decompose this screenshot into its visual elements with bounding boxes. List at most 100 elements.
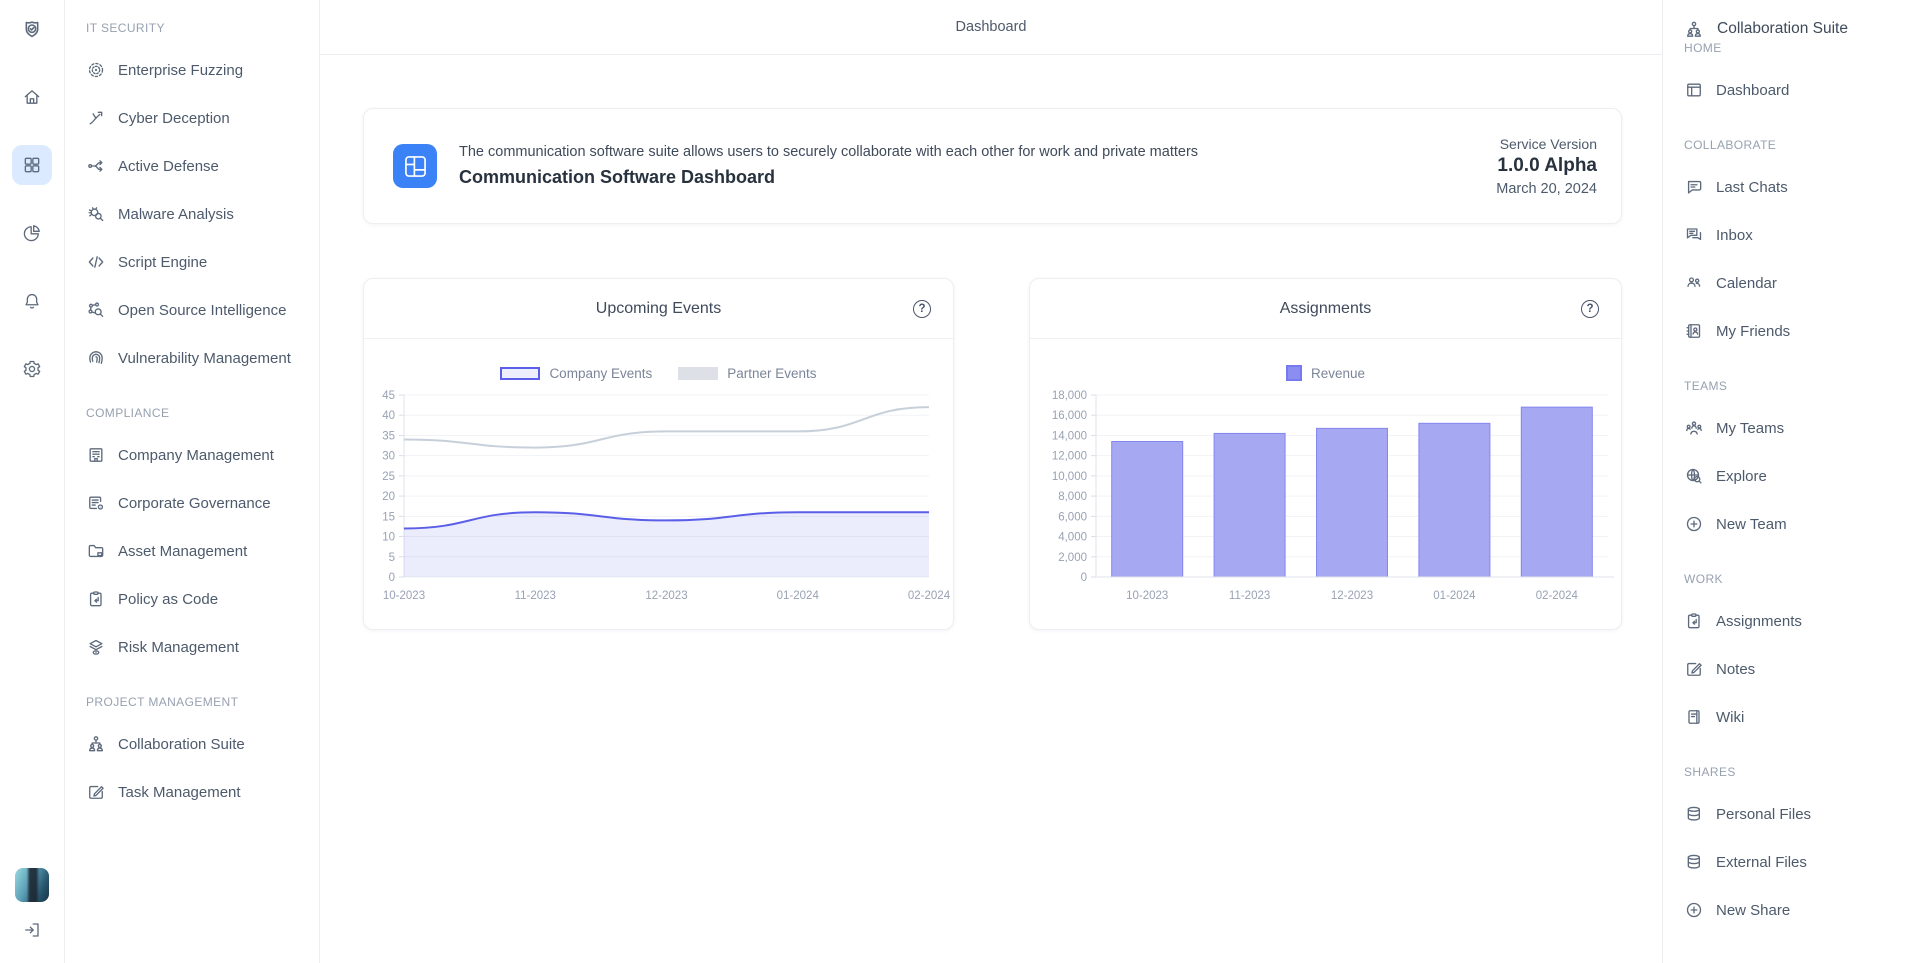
- nav-item-label: Policy as Code: [118, 591, 218, 608]
- nav-item-label: Cyber Deception: [118, 110, 230, 127]
- rightbar-item-last-chats[interactable]: Last Chats: [1684, 163, 1910, 211]
- app-tile: [393, 144, 437, 188]
- home-icon: [22, 86, 42, 108]
- upcoming-events-header: Upcoming Events ?: [364, 279, 953, 339]
- bar-chart[interactable]: 02,0004,0006,0008,00010,00012,00014,0001…: [1030, 385, 1621, 635]
- nav-item-label: Dashboard: [1716, 82, 1789, 99]
- service-header-card: The communication software suite allows …: [363, 108, 1622, 224]
- sidebar-item-task-management[interactable]: Task Management: [86, 768, 309, 816]
- sidebar-item-cyber-deception[interactable]: Cyber Deception: [86, 94, 309, 142]
- assignments-legend: Revenue: [1030, 365, 1621, 381]
- corporate-governance-icon: [86, 493, 106, 513]
- svg-text:25: 25: [382, 471, 395, 483]
- my-teams-icon: [1684, 418, 1704, 438]
- rightbar-item-notes[interactable]: Notes: [1684, 645, 1910, 693]
- rail-item-home[interactable]: [12, 77, 52, 117]
- section-title-compliance: COMPLIANCE: [86, 406, 309, 421]
- svg-text:6,000: 6,000: [1058, 511, 1087, 523]
- nav-item-label: Personal Files: [1716, 806, 1811, 823]
- explore-icon: [1684, 466, 1704, 486]
- rightbar-item-assignments[interactable]: Assignments: [1684, 597, 1910, 645]
- sidebar-item-malware-analysis[interactable]: Malware Analysis: [86, 190, 309, 238]
- svg-text:5: 5: [389, 552, 395, 564]
- user-avatar[interactable]: [15, 868, 49, 902]
- sidebar-item-corporate-governance[interactable]: Corporate Governance: [86, 479, 309, 527]
- collaboration-suite-icon: [1684, 18, 1704, 41]
- help-icon[interactable]: ?: [913, 300, 931, 318]
- rightbar-item-my-teams[interactable]: My Teams: [1684, 404, 1910, 452]
- rightbar-item-new-team[interactable]: New Team: [1684, 500, 1910, 548]
- rightbar-item-dashboard[interactable]: Dashboard: [1684, 66, 1910, 114]
- svg-text:12-2023: 12-2023: [645, 590, 687, 602]
- help-icon[interactable]: ?: [1581, 300, 1599, 318]
- upcoming-events-title: Upcoming Events: [596, 300, 721, 318]
- sidebar-item-script-engine[interactable]: Script Engine: [86, 238, 309, 286]
- sidebar-item-active-defense[interactable]: Active Defense: [86, 142, 309, 190]
- nav-item-label: Company Management: [118, 447, 274, 464]
- policy-as-code-icon: [86, 589, 106, 609]
- apps-icon: [22, 154, 42, 176]
- sidebar-item-company-management[interactable]: Company Management: [86, 431, 309, 479]
- rightbar-item-new-share[interactable]: New Share: [1684, 886, 1910, 934]
- company-management-icon: [86, 445, 106, 465]
- nav-item-label: Malware Analysis: [118, 206, 234, 223]
- svg-text:12,000: 12,000: [1052, 451, 1087, 463]
- svg-text:40: 40: [382, 410, 395, 422]
- last-chats-icon: [1684, 177, 1704, 197]
- assignments-card: Assignments ? Revenue 02,0004,0006,0008,…: [1029, 278, 1622, 630]
- rightbar-item-explore[interactable]: Explore: [1684, 452, 1910, 500]
- legend-entry-partner-events: Partner Events: [678, 366, 816, 381]
- upcoming-events-card: Upcoming Events ? Company Events Partner …: [363, 278, 954, 630]
- sidebar-item-vulnerability-management[interactable]: Vulnerability Management: [86, 334, 309, 382]
- svg-text:18,000: 18,000: [1052, 390, 1087, 402]
- shield-check-icon: [22, 16, 42, 43]
- service-version-date: March 20, 2024: [1496, 181, 1597, 197]
- legend-entry-company-events: Company Events: [500, 366, 652, 381]
- open-source-intelligence-icon: [86, 300, 106, 320]
- sidebar-item-open-source-intelligence[interactable]: Open Source Intelligence: [86, 286, 309, 334]
- rightbar-item-external-files[interactable]: External Files: [1684, 838, 1910, 886]
- svg-text:16,000: 16,000: [1052, 410, 1087, 422]
- legend-swatch: [500, 367, 540, 380]
- sidebar-item-risk-management[interactable]: Risk Management: [86, 623, 309, 671]
- svg-text:01-2024: 01-2024: [1433, 590, 1476, 602]
- nav-item-label: Collaboration Suite: [118, 736, 245, 753]
- nav-item-label: Calendar: [1716, 275, 1777, 292]
- section-title-shares: SHARES: [1684, 765, 1910, 780]
- nav-item-label: New Team: [1716, 516, 1787, 533]
- rail-item-apps[interactable]: [12, 145, 52, 185]
- sidebar-item-enterprise-fuzzing[interactable]: Enterprise Fuzzing: [86, 46, 309, 94]
- legend-label: Revenue: [1311, 366, 1365, 381]
- logout-button[interactable]: [14, 912, 50, 948]
- new-team-icon: [1684, 514, 1704, 534]
- sidebar-item-asset-management[interactable]: Asset Management: [86, 527, 309, 575]
- topbar: Dashboard: [320, 0, 1662, 55]
- svg-text:15: 15: [382, 511, 395, 523]
- main-area: Dashboard The communication software sui…: [320, 0, 1662, 963]
- rightbar-item-personal-files[interactable]: Personal Files: [1684, 790, 1910, 838]
- app-window: IT SECURITYEnterprise FuzzingCyber Decep…: [0, 0, 1920, 963]
- rightbar-item-wiki[interactable]: Wiki: [1684, 693, 1910, 741]
- inbox-icon: [1684, 225, 1704, 245]
- svg-text:11-2023: 11-2023: [515, 590, 556, 602]
- rightbar-item-my-friends[interactable]: My Friends: [1684, 307, 1910, 355]
- svg-text:30: 30: [382, 451, 395, 463]
- rail-item-settings[interactable]: [12, 349, 52, 389]
- nav-item-label: Script Engine: [118, 254, 207, 271]
- rail-item-notifications[interactable]: [12, 281, 52, 321]
- service-version-number: 1.0.0 Alpha: [1496, 155, 1597, 177]
- sidebar-item-policy-as-code[interactable]: Policy as Code: [86, 575, 309, 623]
- sidebar-item-collaboration-suite[interactable]: Collaboration Suite: [86, 720, 309, 768]
- line-chart[interactable]: 05101520253035404510-202311-202312-20230…: [364, 385, 953, 635]
- nav-item-label: Corporate Governance: [118, 495, 271, 512]
- calendar-icon: [1684, 273, 1704, 293]
- section-title-project-management: PROJECT MANAGEMENT: [86, 695, 309, 710]
- nav-item-label: Notes: [1716, 661, 1755, 678]
- rightbar-item-calendar[interactable]: Calendar: [1684, 259, 1910, 307]
- wiki-icon: [1684, 707, 1704, 727]
- active-defense-icon: [86, 156, 106, 176]
- nav-item-label: External Files: [1716, 854, 1807, 871]
- rightbar-item-inbox[interactable]: Inbox: [1684, 211, 1910, 259]
- rail-item-reports[interactable]: [12, 213, 52, 253]
- svg-text:2,000: 2,000: [1058, 552, 1087, 564]
